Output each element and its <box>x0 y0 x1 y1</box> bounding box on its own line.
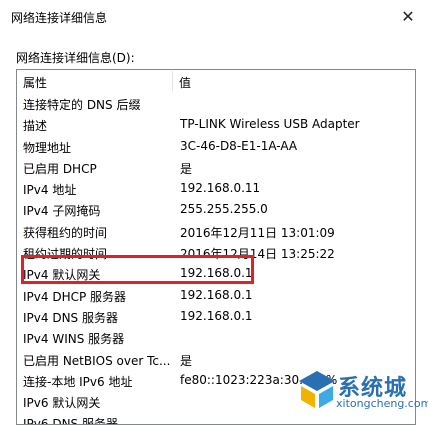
list-row[interactable]: 连接特定的 DNS 后缀 <box>17 93 415 114</box>
row-property: IPv4 DNS 服务器 <box>23 310 118 325</box>
list-row[interactable]: IPv4 DNS 服务器 192.168.0.1 <box>17 306 415 327</box>
close-button[interactable]: ✕ <box>396 5 420 27</box>
row-property: 物理地址 <box>23 140 72 155</box>
list-row[interactable]: IPv4 子网掩码 255.255.255.0 <box>17 199 415 220</box>
row-value: 2016年12月11日 13:01:09 <box>180 225 335 240</box>
network-connection-details-dialog: 网络连接详细信息 ✕ 网络连接详细信息(D): 属性 值 连接特定的 DNS 后… <box>0 0 428 425</box>
watermark-url: xitongcheng.com <box>336 397 428 410</box>
watermark: 系统城 xitongcheng.com <box>292 360 428 417</box>
row-value: 192.168.0.1 <box>180 266 253 281</box>
list-row[interactable]: IPv4 DHCP 服务器 192.168.0.1 <box>17 285 415 306</box>
list-row[interactable]: 租约过期的时间 2016年12月14日 13:25:22 <box>17 242 415 263</box>
row-property: 获得租约的时间 <box>23 225 108 240</box>
row-property: IPv6 默认网关 <box>23 396 101 411</box>
row-property: IPv4 子网掩码 <box>23 204 101 219</box>
window-title: 网络连接详细信息 <box>11 11 108 25</box>
list-row[interactable]: IPv4 地址 192.168.0.11 <box>17 178 415 199</box>
title-bar: 网络连接详细信息 ✕ <box>0 0 428 34</box>
column-header-value[interactable]: 值 <box>179 74 191 91</box>
list-row[interactable]: IPv4 WINS 服务器 <box>17 327 415 348</box>
row-property: 已启用 NetBIOS over Tc... <box>23 353 171 368</box>
row-property: IPv4 默认网关 <box>23 268 101 283</box>
row-value: 255.255.255.0 <box>180 202 268 217</box>
watermark-logo-icon <box>299 371 335 408</box>
row-value: TP-LINK Wireless USB Adapter <box>180 117 360 132</box>
row-value: 192.168.0.1 <box>180 287 253 302</box>
row-property: IPv4 WINS 服务器 <box>23 332 125 347</box>
row-value: 是 <box>180 353 193 368</box>
row-property: IPv4 DHCP 服务器 <box>23 289 127 304</box>
row-property: 描述 <box>23 119 48 134</box>
list-row[interactable]: 已启用 DHCP 是 <box>17 157 415 178</box>
row-value: 192.168.0.11 <box>180 181 261 196</box>
row-value: 是 <box>180 161 193 176</box>
list-row[interactable]: 描述 TP-LINK Wireless USB Adapter <box>17 114 415 135</box>
list-header: 属性 值 <box>17 70 415 92</box>
column-header-property[interactable]: 属性 <box>23 74 47 91</box>
column-separator[interactable] <box>172 71 173 91</box>
row-property: 租约过期的时间 <box>23 247 108 262</box>
list-row[interactable]: IPv4 默认网关 192.168.0.1 <box>17 263 415 284</box>
list-row[interactable]: 获得租约的时间 2016年12月11日 13:01:09 <box>17 221 415 242</box>
close-icon: ✕ <box>401 6 415 26</box>
list-row[interactable]: 物理地址 3C-46-D8-E1-1A-AA <box>17 136 415 157</box>
row-value: 2016年12月14日 13:25:22 <box>180 247 335 262</box>
details-label: 网络连接详细信息(D): <box>16 51 135 65</box>
row-property: 连接特定的 DNS 后缀 <box>23 98 141 112</box>
row-property: IPv4 地址 <box>23 183 77 198</box>
row-property: 已启用 DHCP <box>23 161 97 176</box>
row-property: 连接-本地 IPv6 地址 <box>23 374 133 389</box>
row-value: 3C-46-D8-E1-1A-AA <box>180 138 298 153</box>
row-value: 192.168.0.1 <box>180 308 253 323</box>
